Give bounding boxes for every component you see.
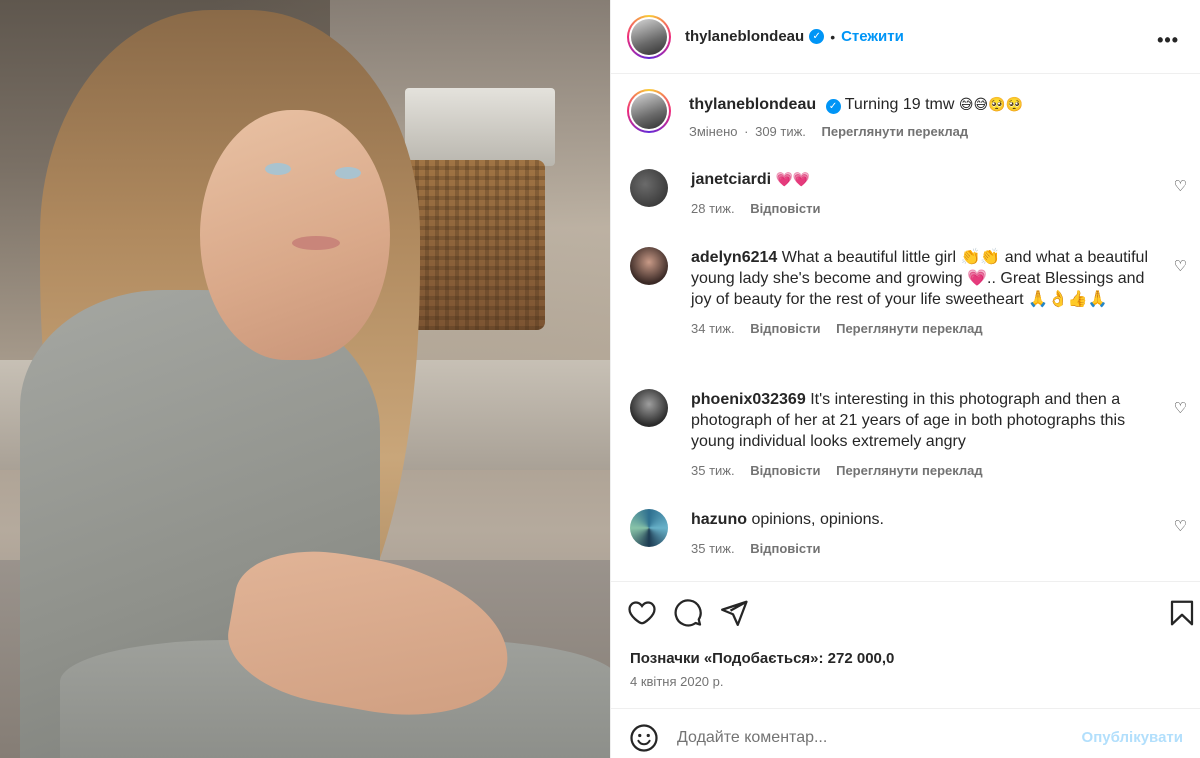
caption-edited-label: Змінено bbox=[689, 124, 738, 139]
photo-face bbox=[200, 110, 390, 360]
comment-age[interactable]: 35 тиж. bbox=[691, 463, 735, 478]
comment-item: hazuno opinions, opinions. 35 тиж. Відпо… bbox=[627, 509, 1187, 556]
bookmark-icon[interactable] bbox=[1167, 598, 1197, 628]
photo-eye-right bbox=[335, 167, 361, 179]
comment-avatar[interactable] bbox=[630, 389, 668, 427]
comment-username[interactable]: janetciardi bbox=[691, 171, 771, 188]
comment-age[interactable]: 35 тиж. bbox=[691, 541, 735, 556]
see-translation-link[interactable]: Переглянути переклад bbox=[836, 321, 983, 336]
comment-text: opinions, opinions. bbox=[751, 511, 884, 528]
reply-button[interactable]: Відповісти bbox=[750, 541, 820, 556]
comment-age[interactable]: 28 тиж. bbox=[691, 201, 735, 216]
post-header: thylaneblondeau ✓ • Стежити ••• bbox=[611, 0, 1200, 74]
post-date[interactable]: 4 квітня 2020 р. bbox=[630, 674, 723, 689]
verified-badge-icon: ✓ bbox=[825, 99, 841, 114]
post-caption: thylaneblondeau ✓ Turning 19 tmw 😅😅🥺🥺 Зм… bbox=[627, 89, 1187, 139]
reply-button[interactable]: Відповісти bbox=[750, 201, 820, 216]
see-translation-link[interactable]: Переглянути переклад bbox=[836, 463, 983, 478]
post-side-panel: thylaneblondeau ✓ • Стежити ••• thylaneb… bbox=[610, 0, 1200, 758]
comment-like-heart-icon[interactable]: ♡ bbox=[1174, 517, 1187, 535]
verified-badge-icon: ✓ bbox=[809, 29, 825, 44]
comment-avatar[interactable] bbox=[630, 247, 668, 285]
caption-username[interactable]: thylaneblondeau bbox=[689, 96, 816, 113]
caption-text: Turning 19 tmw bbox=[844, 96, 955, 113]
comment-like-heart-icon[interactable]: ♡ bbox=[1174, 257, 1187, 275]
caption-age[interactable]: 309 тиж. bbox=[755, 124, 806, 139]
header-username[interactable]: thylaneblondeau bbox=[685, 28, 804, 45]
post-dialog: thylaneblondeau ✓ • Стежити ••• thylaneb… bbox=[0, 0, 1200, 758]
avatar[interactable] bbox=[627, 14, 671, 59]
comment-item: janetciardi 💗💗 28 тиж. Відповісти ♡ bbox=[627, 169, 1187, 216]
comment-like-heart-icon[interactable]: ♡ bbox=[1174, 177, 1187, 195]
comment-like-heart-icon[interactable]: ♡ bbox=[1174, 399, 1187, 417]
header-separator: • bbox=[830, 28, 836, 45]
comment-username[interactable]: phoenix032369 bbox=[691, 391, 806, 408]
add-comment-bar: Опублікувати bbox=[611, 708, 1200, 758]
photo-papers bbox=[405, 88, 555, 166]
comment-username[interactable]: adelyn6214 bbox=[691, 249, 777, 266]
comment-avatar[interactable] bbox=[630, 169, 668, 207]
comment-text: 💗💗 bbox=[775, 171, 811, 187]
caption-emojis: 😅😅🥺🥺 bbox=[958, 96, 1023, 112]
see-translation-link[interactable]: Переглянути переклад bbox=[822, 124, 969, 139]
caption-dot: · bbox=[744, 124, 749, 139]
comment-item: phoenix032369 It's interesting in this p… bbox=[627, 389, 1187, 478]
reply-button[interactable]: Відповісти bbox=[750, 463, 820, 478]
post-comment-button[interactable]: Опублікувати bbox=[1082, 729, 1183, 746]
photo-lips bbox=[292, 236, 340, 250]
reply-button[interactable]: Відповісти bbox=[750, 321, 820, 336]
likes-count[interactable]: Позначки «Подобається»: 272 000,0 bbox=[630, 650, 894, 667]
comment-avatar[interactable] bbox=[630, 509, 668, 547]
comment-input[interactable] bbox=[677, 721, 1067, 755]
comment-username[interactable]: hazuno bbox=[691, 511, 747, 528]
comment-age[interactable]: 34 тиж. bbox=[691, 321, 735, 336]
comments-section[interactable]: thylaneblondeau ✓ Turning 19 tmw 😅😅🥺🥺 Зм… bbox=[611, 75, 1200, 580]
follow-button[interactable]: Стежити bbox=[841, 28, 904, 45]
photo-eye-left bbox=[265, 163, 291, 175]
divider bbox=[611, 581, 1200, 582]
post-photo[interactable] bbox=[0, 0, 610, 758]
comment-icon[interactable] bbox=[673, 598, 703, 628]
share-icon[interactable] bbox=[719, 598, 749, 628]
comment-item: adelyn6214 What a beautiful little girl … bbox=[627, 247, 1187, 336]
action-icons bbox=[627, 598, 1194, 630]
emoji-icon[interactable] bbox=[629, 723, 659, 753]
more-options-icon[interactable]: ••• bbox=[1157, 30, 1179, 51]
avatar-image bbox=[631, 18, 667, 55]
heart-icon[interactable] bbox=[627, 598, 657, 628]
caption-avatar[interactable] bbox=[627, 89, 671, 133]
